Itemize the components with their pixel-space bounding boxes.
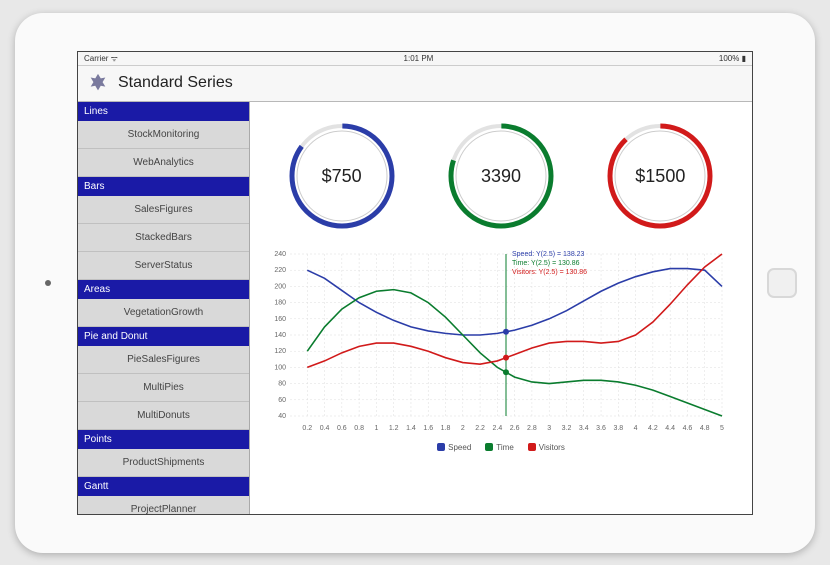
svg-text:240: 240	[274, 251, 286, 258]
gauge: 3390	[441, 116, 561, 236]
sidebar-item[interactable]: ProductShipments	[78, 449, 249, 477]
svg-text:1: 1	[374, 425, 378, 432]
svg-text:Speed: Y(2.5) = 138.23: Speed: Y(2.5) = 138.23	[512, 251, 585, 258]
sidebar-item[interactable]: MultiDonuts	[78, 402, 249, 430]
sidebar-item[interactable]: WebAnalytics	[78, 149, 249, 177]
svg-text:0.6: 0.6	[337, 425, 347, 432]
svg-text:4.4: 4.4	[665, 425, 675, 432]
svg-text:4: 4	[634, 425, 638, 432]
svg-text:3.8: 3.8	[613, 425, 623, 432]
svg-text:40: 40	[278, 413, 286, 420]
svg-text:2: 2	[461, 425, 465, 432]
svg-text:1.8: 1.8	[441, 425, 451, 432]
svg-text:1.2: 1.2	[389, 425, 399, 432]
carrier-label: Carrier ᯤ	[84, 53, 118, 64]
gauge: $1500	[600, 116, 720, 236]
camera-dot	[45, 280, 51, 286]
svg-text:60: 60	[278, 396, 286, 403]
chart-legend: Speed Time Visitors	[262, 443, 740, 452]
sidebar-item[interactable]: ProjectPlanner	[78, 496, 249, 514]
svg-text:2.2: 2.2	[475, 425, 485, 432]
svg-text:Visitors: Y(2.5) = 130.86: Visitors: Y(2.5) = 130.86	[512, 269, 587, 276]
svg-text:4.2: 4.2	[648, 425, 658, 432]
nav-bar: Standard Series	[78, 66, 752, 102]
section-header: Pie and Donut	[78, 327, 249, 346]
svg-text:2.4: 2.4	[492, 425, 502, 432]
sidebar-item[interactable]: StackedBars	[78, 224, 249, 252]
legend-item: Visitors	[528, 443, 565, 452]
svg-text:180: 180	[274, 299, 286, 306]
chart-svg: 0.2 0.4 0.6 0.8 1 1.2 1.4 1.6 1.8 2 2.2 2.4 2.6 2.8 3 3…	[262, 246, 732, 436]
svg-text:3.4: 3.4	[579, 425, 589, 432]
svg-text:220: 220	[274, 267, 286, 274]
clock-label: 1:01 PM	[118, 54, 719, 63]
gauge: $750	[282, 116, 402, 236]
sidebar-item[interactable]: PieSalesFigures	[78, 346, 249, 374]
section-header: Bars	[78, 177, 249, 196]
section-header: Gantt	[78, 477, 249, 496]
tablet-frame: Carrier ᯤ 1:01 PM 100% ▮ Standard Series…	[15, 13, 815, 553]
screen: Carrier ᯤ 1:01 PM 100% ▮ Standard Series…	[77, 51, 753, 515]
section-header: Points	[78, 430, 249, 449]
page-title: Standard Series	[118, 74, 233, 92]
svg-text:4.6: 4.6	[683, 425, 693, 432]
svg-text:3: 3	[547, 425, 551, 432]
svg-text:3.2: 3.2	[562, 425, 572, 432]
svg-text:0.2: 0.2	[302, 425, 312, 432]
legend-item: Speed	[437, 443, 471, 452]
sidebar-item[interactable]: SalesFigures	[78, 196, 249, 224]
battery-label: 100% ▮	[719, 54, 746, 63]
body: LinesStockMonitoringWebAnalyticsBarsSale…	[78, 102, 752, 514]
sidebar[interactable]: LinesStockMonitoringWebAnalyticsBarsSale…	[78, 102, 250, 514]
svg-text:2.6: 2.6	[510, 425, 520, 432]
svg-text:120: 120	[274, 348, 286, 355]
app-logo-icon	[86, 71, 110, 95]
svg-text:5: 5	[720, 425, 724, 432]
home-button[interactable]	[767, 268, 797, 298]
svg-text:200: 200	[274, 283, 286, 290]
main-panel: $750 3390 $1500 0.2 0.4 0.6 0.8 1 1.2 1.4 1.6 1.…	[250, 102, 752, 514]
sidebar-item[interactable]: StockMonitoring	[78, 121, 249, 149]
legend-item: Time	[485, 443, 513, 452]
section-header: Lines	[78, 102, 249, 121]
svg-text:80: 80	[278, 380, 286, 387]
sidebar-item[interactable]: ServerStatus	[78, 252, 249, 280]
svg-text:1.6: 1.6	[423, 425, 433, 432]
svg-text:3.6: 3.6	[596, 425, 606, 432]
svg-text:4.8: 4.8	[700, 425, 710, 432]
line-chart: 0.2 0.4 0.6 0.8 1 1.2 1.4 1.6 1.8 2 2.2 2.4 2.6 2.8 3 3…	[262, 246, 740, 506]
status-bar: Carrier ᯤ 1:01 PM 100% ▮	[78, 52, 752, 66]
svg-text:Time: Y(2.5) = 130.86: Time: Y(2.5) = 130.86	[512, 260, 580, 267]
svg-text:1.4: 1.4	[406, 425, 416, 432]
sidebar-item[interactable]: VegetationGrowth	[78, 299, 249, 327]
svg-text:100: 100	[274, 364, 286, 371]
svg-text:0.8: 0.8	[354, 425, 364, 432]
svg-text:140: 140	[274, 332, 286, 339]
sidebar-item[interactable]: MultiPies	[78, 374, 249, 402]
section-header: Areas	[78, 280, 249, 299]
gauges-row: $750 3390 $1500	[262, 116, 740, 236]
svg-text:0.4: 0.4	[320, 425, 330, 432]
svg-text:2.8: 2.8	[527, 425, 537, 432]
svg-text:160: 160	[274, 315, 286, 322]
